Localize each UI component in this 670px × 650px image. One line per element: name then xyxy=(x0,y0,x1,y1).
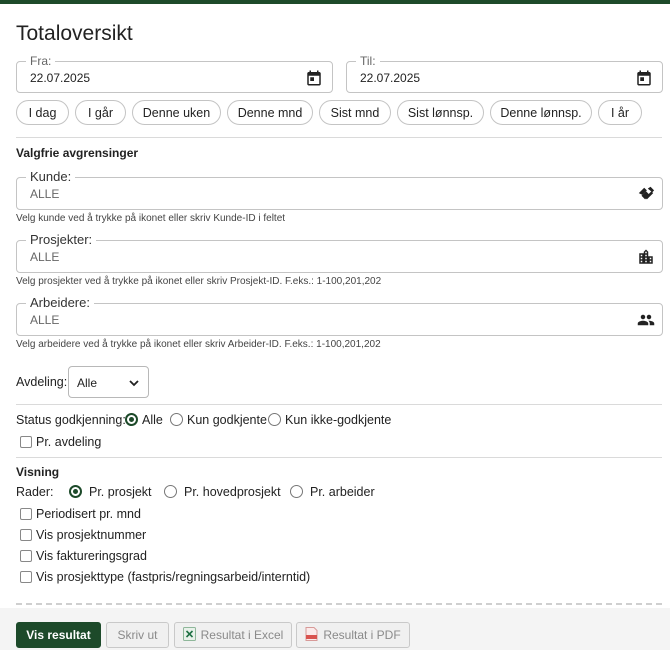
date-from-label: Fra: xyxy=(26,54,56,68)
handshake-icon[interactable] xyxy=(637,185,655,203)
rows-option-per-project-label[interactable]: Pr. prosjekt xyxy=(89,485,152,499)
calendar-icon[interactable] xyxy=(305,69,323,87)
date-from-value: 22.07.2025 xyxy=(30,71,91,85)
approval-status-label: Status godkjenning: xyxy=(16,413,126,427)
chip-this-week[interactable]: Denne uken xyxy=(132,100,221,125)
calendar-icon[interactable] xyxy=(635,69,653,87)
show-billing-rate-checkbox[interactable] xyxy=(20,550,32,562)
rows-radio-per-project[interactable] xyxy=(69,485,82,498)
show-project-number-checkbox[interactable] xyxy=(20,529,32,541)
periodized-per-month-checkbox[interactable] xyxy=(20,508,32,520)
customer-help-text: Velg kunde ved å trykke på ikonet eller … xyxy=(16,213,286,224)
rows-radio-per-worker[interactable] xyxy=(290,485,303,498)
projects-value: ALLE xyxy=(30,250,60,264)
date-from-field[interactable]: Fra: 22.07.2025 xyxy=(16,54,333,93)
export-pdf-button[interactable]: Resultat i PDF xyxy=(296,622,410,648)
print-button[interactable]: Skriv ut xyxy=(106,622,169,648)
chip-this-year[interactable]: I år xyxy=(598,100,642,125)
footer-dashed-divider xyxy=(16,603,662,605)
customer-field[interactable]: Kunde: ALLE xyxy=(16,170,663,210)
show-project-type-checkbox[interactable] xyxy=(20,571,32,583)
pdf-icon xyxy=(305,626,318,644)
divider xyxy=(16,137,662,138)
page-title: Totaloversikt xyxy=(16,22,133,45)
customer-value: ALLE xyxy=(30,187,60,201)
approval-radio-not-approved[interactable] xyxy=(268,413,281,426)
customer-label: Kunde: xyxy=(26,170,76,184)
chip-today[interactable]: I dag xyxy=(16,100,69,125)
projects-label: Prosjekter: xyxy=(26,233,97,247)
chip-last-month[interactable]: Sist mnd xyxy=(319,100,391,125)
per-department-checkbox[interactable] xyxy=(20,436,32,448)
show-result-label: Vis resultat xyxy=(26,628,91,642)
export-excel-label: Resultat i Excel xyxy=(200,628,284,642)
approval-radio-all[interactable] xyxy=(125,413,138,426)
department-label: Avdeling: xyxy=(16,375,68,389)
people-icon[interactable] xyxy=(637,311,655,329)
workers-help-text: Velg arbeidere ved å trykke på ikonet el… xyxy=(16,339,381,350)
periodized-per-month-label[interactable]: Periodisert pr. mnd xyxy=(36,507,141,521)
rows-option-per-main-project-label[interactable]: Pr. hovedprosjekt xyxy=(184,485,281,499)
approval-option-not-approved-label[interactable]: Kun ikke-godkjente xyxy=(285,413,391,427)
print-label: Skriv ut xyxy=(117,628,158,642)
approval-radio-approved[interactable] xyxy=(170,413,183,426)
per-department-label[interactable]: Pr. avdeling xyxy=(36,435,101,449)
divider xyxy=(16,457,662,458)
export-excel-button[interactable]: Resultat i Excel xyxy=(174,622,292,648)
show-billing-rate-label[interactable]: Vis faktureringsgrad xyxy=(36,549,147,563)
chip-yesterday[interactable]: I går xyxy=(75,100,126,125)
department-select[interactable]: Alle xyxy=(68,366,149,398)
chip-this-month[interactable]: Denne mnd xyxy=(227,100,313,125)
date-to-label: Til: xyxy=(356,54,380,68)
chevron-down-icon xyxy=(128,377,140,392)
top-accent-bar xyxy=(0,0,670,4)
excel-icon xyxy=(182,626,196,644)
workers-label: Arbeidere: xyxy=(26,296,94,310)
department-selected-value: Alle xyxy=(77,376,98,390)
rows-option-per-worker-label[interactable]: Pr. arbeider xyxy=(310,485,375,499)
building-icon[interactable] xyxy=(637,248,655,266)
rows-radio-per-main-project[interactable] xyxy=(164,485,177,498)
projects-field[interactable]: Prosjekter: ALLE xyxy=(16,233,663,273)
export-pdf-label: Resultat i PDF xyxy=(323,628,401,642)
workers-field[interactable]: Arbeidere: ALLE xyxy=(16,296,663,336)
approval-option-all-label[interactable]: Alle xyxy=(142,413,163,427)
chip-last-pay-period[interactable]: Sist lønnsp. xyxy=(397,100,484,125)
view-heading: Visning xyxy=(16,465,60,479)
workers-value: ALLE xyxy=(30,313,60,327)
date-to-value: 22.07.2025 xyxy=(360,71,421,85)
chip-this-pay-period[interactable]: Denne lønnsp. xyxy=(490,100,592,125)
date-to-field[interactable]: Til: 22.07.2025 xyxy=(346,54,663,93)
approval-option-approved-label[interactable]: Kun godkjente xyxy=(187,413,267,427)
projects-help-text: Velg prosjekter ved å trykke på ikonet e… xyxy=(16,276,382,287)
show-project-number-label[interactable]: Vis prosjektnummer xyxy=(36,528,146,542)
show-project-type-label[interactable]: Vis prosjekttype (fastpris/regningsarbei… xyxy=(36,570,310,584)
show-result-button[interactable]: Vis resultat xyxy=(16,622,101,648)
optional-filters-heading: Valgfrie avgrensinger xyxy=(16,146,139,160)
rows-label: Rader: xyxy=(16,485,54,499)
divider xyxy=(16,404,662,405)
